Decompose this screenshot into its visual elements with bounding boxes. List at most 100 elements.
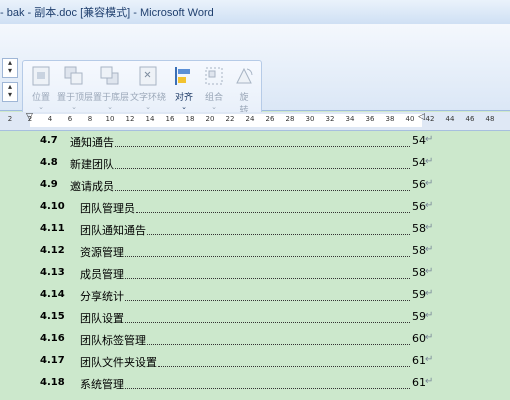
toc-label: 资源管理 — [80, 246, 124, 259]
toc-label: 团队管理员 — [80, 202, 135, 215]
toc-label: 团队标签管理 — [80, 334, 146, 347]
ruler-tick: 34 — [345, 115, 355, 123]
toc-label: 新建团队 — [70, 158, 114, 171]
paragraph-mark-icon: ↵ — [425, 310, 434, 321]
toc-row[interactable]: 4.9 邀请成员 56 ↵ — [0, 176, 510, 196]
send-to-back-button[interactable]: 置于底层 ⌄ — [93, 65, 130, 117]
toc-page-number: 59 — [412, 288, 426, 301]
ruler-tick: 40 — [405, 115, 415, 123]
toc-row[interactable]: 4.12 资源管理 58 ↵ — [0, 242, 510, 262]
toc-row[interactable]: 4.16 团队标签管理 60 ↵ — [0, 330, 510, 350]
spinner-up-icon[interactable]: ▴ ▾ — [2, 58, 18, 78]
ruler-tick: 38 — [385, 115, 395, 123]
paragraph-mark-icon: ↵ — [425, 178, 434, 189]
toc-row[interactable]: 4.7 通知通告 54 ↵ — [0, 132, 510, 152]
ruler-tick: 16 — [165, 115, 175, 123]
toc-label: 邀请成员 — [70, 180, 114, 193]
toc-leader-dots — [147, 222, 410, 235]
toc-row[interactable]: 4.15 团队设置 59 ↵ — [0, 308, 510, 328]
toc-page-number: 61 — [412, 354, 426, 367]
text-wrap-button[interactable]: 文字环绕 ⌄ — [129, 65, 167, 117]
toc-row[interactable]: 4.11 团队通知通告 58 ↵ — [0, 220, 510, 240]
align-label: 对齐 — [174, 93, 193, 103]
toc-row[interactable]: 4.18 系统管理 61 ↵ — [0, 374, 510, 394]
document-page[interactable]: 4.7 通知通告 54 ↵ 4.8 新建团队 54 ↵ 4.9 邀请成员 56 ↵ 4.10 团队管理员 5… — [0, 131, 510, 400]
toc-number: 4.16 — [40, 333, 65, 344]
toc-row[interactable]: 4.10 团队管理员 56 ↵ — [0, 198, 510, 218]
toc-leader-dots — [136, 200, 410, 213]
align-icon — [175, 67, 190, 85]
window-title: - bak - 副本.doc [兼容模式] - Microsoft Word — [0, 7, 214, 19]
paragraph-mark-icon: ↵ — [425, 244, 434, 255]
position-icon — [32, 66, 50, 86]
toc-row[interactable]: 4.14 分享统计 59 ↵ — [0, 286, 510, 306]
toc-number: 4.9 — [40, 179, 58, 190]
align-button[interactable]: 对齐 ⌄ — [171, 65, 197, 117]
bring-to-front-button[interactable]: 置于顶层 ⌄ — [57, 65, 94, 117]
toc-label: 分享统计 — [80, 290, 124, 303]
ruler-tick: 18 — [185, 115, 195, 123]
group-icon — [205, 67, 223, 85]
toc-row[interactable]: 4.8 新建团队 54 ↵ — [0, 154, 510, 174]
toc-number: 4.15 — [40, 311, 65, 322]
toc-number: 4.17 — [40, 355, 65, 366]
horizontal-ruler[interactable]: ▽ ◁ 2 2 4 6 8 10 12 14 16 18 20 22 24 26 28 30 32 34 36 38 4… — [0, 112, 510, 131]
position-button[interactable]: 位置 ⌄ — [27, 65, 55, 117]
ruler-tick: 20 — [205, 115, 215, 123]
paragraph-mark-icon: ↵ — [425, 376, 434, 387]
toc-page-number: 58 — [412, 266, 426, 279]
toc-page-number: 56 — [412, 178, 426, 191]
ruler-tick: 8 — [87, 115, 93, 123]
toc-page-number: 60 — [412, 332, 426, 345]
paragraph-mark-icon: ↵ — [425, 156, 434, 167]
toc-label: 系统管理 — [80, 378, 124, 391]
ruler-tick: 42 — [425, 115, 435, 123]
text-wrap-label: 文字环绕 — [129, 93, 166, 103]
toc-label: 团队文件夹设置 — [80, 356, 157, 369]
toc-number: 4.14 — [40, 289, 65, 300]
toc-leader-dots — [158, 354, 410, 367]
bring-to-front-label: 置于顶层 — [57, 93, 94, 103]
ruler-tick: 12 — [125, 115, 135, 123]
toc-label: 通知通告 — [70, 136, 114, 149]
toc-number: 4.8 — [40, 157, 58, 168]
paragraph-mark-icon: ↵ — [425, 266, 434, 277]
rotate-button[interactable]: 旋转 — [231, 65, 257, 117]
group-button[interactable]: 组合 ⌄ — [201, 65, 227, 117]
ruler-tick: 44 — [445, 115, 455, 123]
position-label: 位置 — [31, 93, 50, 103]
bring-to-front-icon — [64, 66, 83, 85]
chevron-down-icon: ⌄ — [145, 103, 151, 111]
toc-leader-dots — [125, 244, 410, 257]
ruler-tick: 48 — [485, 115, 495, 123]
title-bar: - bak - 副本.doc [兼容模式] - Microsoft Word — [0, 0, 510, 25]
ruler-tick: 4 — [47, 115, 53, 123]
spinner-down-icon[interactable]: ▴ ▾ — [2, 82, 18, 102]
ruler-tick: 32 — [325, 115, 335, 123]
right-indent-marker-icon[interactable]: ◁ — [418, 112, 425, 122]
send-to-back-label: 置于底层 — [93, 93, 130, 103]
toc-number: 4.7 — [40, 135, 58, 146]
paragraph-mark-icon: ↵ — [425, 134, 434, 145]
toc-page-number: 56 — [412, 200, 426, 213]
ruler-tick: 36 — [365, 115, 375, 123]
ruler-tick: 22 — [225, 115, 235, 123]
ribbon: ▴▾ ▴▾ ⬊ 位置 ⌄ 置于顶层 ⌄ 置于底层 ⌄ 文字环绕 ⌄ 对齐 ⌄ — [0, 24, 510, 134]
rotate-icon — [236, 67, 253, 84]
paragraph-mark-icon: ↵ — [425, 354, 434, 365]
chevron-down-icon: ⌄ — [181, 103, 187, 111]
chevron-down-icon: ⌄ — [211, 103, 217, 111]
chevron-down-icon: ⌄ — [71, 103, 77, 111]
toc-number: 4.10 — [40, 201, 65, 212]
chevron-down-icon: ⌄ — [107, 103, 113, 111]
ruler-tick: 46 — [465, 115, 475, 123]
toc-number: 4.11 — [40, 223, 65, 234]
paragraph-mark-icon: ↵ — [425, 332, 434, 343]
toc-row[interactable]: 4.17 团队文件夹设置 61 ↵ — [0, 352, 510, 372]
toc-number: 4.18 — [40, 377, 65, 388]
ruler-tick: 28 — [285, 115, 295, 123]
toc-row[interactable]: 4.13 成员管理 58 ↵ — [0, 264, 510, 284]
toc-page-number: 61 — [412, 376, 426, 389]
toc-leader-dots — [125, 266, 410, 279]
ruler-tick: 2 — [7, 115, 13, 123]
